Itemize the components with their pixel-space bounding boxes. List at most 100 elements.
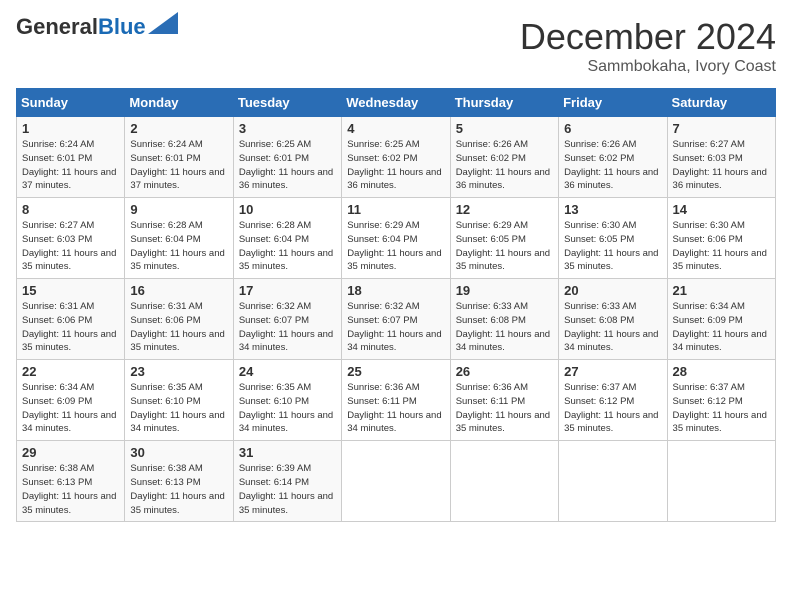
day-info: Sunrise: 6:39 AMSunset: 6:14 PMDaylight:… — [239, 463, 333, 515]
day-number: 14 — [673, 202, 770, 217]
day-info: Sunrise: 6:26 AMSunset: 6:02 PMDaylight:… — [456, 139, 550, 191]
weekday-header-cell: Thursday — [450, 89, 558, 117]
calendar-week-row: 1 Sunrise: 6:24 AMSunset: 6:01 PMDayligh… — [17, 117, 776, 198]
calendar-day-cell: 25 Sunrise: 6:36 AMSunset: 6:11 PMDaylig… — [342, 360, 450, 441]
calendar-week-row: 29 Sunrise: 6:38 AMSunset: 6:13 PMDaylig… — [17, 441, 776, 522]
day-info: Sunrise: 6:30 AMSunset: 6:05 PMDaylight:… — [564, 220, 658, 272]
calendar-day-cell: 8 Sunrise: 6:27 AMSunset: 6:03 PMDayligh… — [17, 198, 125, 279]
calendar-day-cell — [342, 441, 450, 522]
calendar-day-cell: 29 Sunrise: 6:38 AMSunset: 6:13 PMDaylig… — [17, 441, 125, 522]
day-info: Sunrise: 6:35 AMSunset: 6:10 PMDaylight:… — [239, 382, 333, 434]
calendar-week-row: 15 Sunrise: 6:31 AMSunset: 6:06 PMDaylig… — [17, 279, 776, 360]
day-number: 25 — [347, 364, 444, 379]
day-info: Sunrise: 6:28 AMSunset: 6:04 PMDaylight:… — [130, 220, 224, 272]
day-info: Sunrise: 6:31 AMSunset: 6:06 PMDaylight:… — [22, 301, 116, 353]
day-number: 13 — [564, 202, 661, 217]
calendar-day-cell: 14 Sunrise: 6:30 AMSunset: 6:06 PMDaylig… — [667, 198, 775, 279]
day-info: Sunrise: 6:27 AMSunset: 6:03 PMDaylight:… — [673, 139, 767, 191]
calendar-day-cell: 16 Sunrise: 6:31 AMSunset: 6:06 PMDaylig… — [125, 279, 233, 360]
day-info: Sunrise: 6:28 AMSunset: 6:04 PMDaylight:… — [239, 220, 333, 272]
day-info: Sunrise: 6:37 AMSunset: 6:12 PMDaylight:… — [673, 382, 767, 434]
page-header: GeneralBlue December 2024 Sammbokaha, Iv… — [16, 16, 776, 76]
day-number: 17 — [239, 283, 336, 298]
calendar-day-cell: 19 Sunrise: 6:33 AMSunset: 6:08 PMDaylig… — [450, 279, 558, 360]
day-number: 6 — [564, 121, 661, 136]
day-number: 31 — [239, 445, 336, 460]
calendar-day-cell: 31 Sunrise: 6:39 AMSunset: 6:14 PMDaylig… — [233, 441, 341, 522]
calendar-day-cell: 4 Sunrise: 6:25 AMSunset: 6:02 PMDayligh… — [342, 117, 450, 198]
calendar-day-cell: 6 Sunrise: 6:26 AMSunset: 6:02 PMDayligh… — [559, 117, 667, 198]
calendar-table: SundayMondayTuesdayWednesdayThursdayFrid… — [16, 88, 776, 522]
day-number: 1 — [22, 121, 119, 136]
logo-general: General — [16, 14, 98, 39]
weekday-header-cell: Saturday — [667, 89, 775, 117]
day-number: 8 — [22, 202, 119, 217]
day-number: 28 — [673, 364, 770, 379]
calendar-day-cell: 9 Sunrise: 6:28 AMSunset: 6:04 PMDayligh… — [125, 198, 233, 279]
day-number: 24 — [239, 364, 336, 379]
day-info: Sunrise: 6:25 AMSunset: 6:02 PMDaylight:… — [347, 139, 441, 191]
day-number: 2 — [130, 121, 227, 136]
calendar-day-cell: 13 Sunrise: 6:30 AMSunset: 6:05 PMDaylig… — [559, 198, 667, 279]
day-number: 16 — [130, 283, 227, 298]
calendar-day-cell: 10 Sunrise: 6:28 AMSunset: 6:04 PMDaylig… — [233, 198, 341, 279]
day-number: 10 — [239, 202, 336, 217]
calendar-day-cell — [450, 441, 558, 522]
weekday-header-cell: Sunday — [17, 89, 125, 117]
calendar-day-cell: 12 Sunrise: 6:29 AMSunset: 6:05 PMDaylig… — [450, 198, 558, 279]
day-number: 21 — [673, 283, 770, 298]
day-info: Sunrise: 6:34 AMSunset: 6:09 PMDaylight:… — [673, 301, 767, 353]
day-info: Sunrise: 6:37 AMSunset: 6:12 PMDaylight:… — [564, 382, 658, 434]
day-number: 22 — [22, 364, 119, 379]
weekday-header-cell: Wednesday — [342, 89, 450, 117]
calendar-day-cell: 17 Sunrise: 6:32 AMSunset: 6:07 PMDaylig… — [233, 279, 341, 360]
logo: GeneralBlue — [16, 16, 178, 38]
calendar-day-cell: 24 Sunrise: 6:35 AMSunset: 6:10 PMDaylig… — [233, 360, 341, 441]
day-info: Sunrise: 6:29 AMSunset: 6:05 PMDaylight:… — [456, 220, 550, 272]
location-title: Sammbokaha, Ivory Coast — [520, 58, 776, 76]
calendar-week-row: 22 Sunrise: 6:34 AMSunset: 6:09 PMDaylig… — [17, 360, 776, 441]
title-area: December 2024 Sammbokaha, Ivory Coast — [520, 16, 776, 76]
month-title: December 2024 — [520, 16, 776, 58]
day-info: Sunrise: 6:25 AMSunset: 6:01 PMDaylight:… — [239, 139, 333, 191]
calendar-day-cell: 2 Sunrise: 6:24 AMSunset: 6:01 PMDayligh… — [125, 117, 233, 198]
day-info: Sunrise: 6:34 AMSunset: 6:09 PMDaylight:… — [22, 382, 116, 434]
calendar-day-cell: 5 Sunrise: 6:26 AMSunset: 6:02 PMDayligh… — [450, 117, 558, 198]
calendar-day-cell: 23 Sunrise: 6:35 AMSunset: 6:10 PMDaylig… — [125, 360, 233, 441]
day-info: Sunrise: 6:31 AMSunset: 6:06 PMDaylight:… — [130, 301, 224, 353]
calendar-body: 1 Sunrise: 6:24 AMSunset: 6:01 PMDayligh… — [17, 117, 776, 522]
calendar-day-cell: 22 Sunrise: 6:34 AMSunset: 6:09 PMDaylig… — [17, 360, 125, 441]
calendar-day-cell — [559, 441, 667, 522]
day-number: 3 — [239, 121, 336, 136]
day-info: Sunrise: 6:38 AMSunset: 6:13 PMDaylight:… — [22, 463, 116, 515]
day-info: Sunrise: 6:24 AMSunset: 6:01 PMDaylight:… — [22, 139, 116, 191]
calendar-day-cell: 18 Sunrise: 6:32 AMSunset: 6:07 PMDaylig… — [342, 279, 450, 360]
logo-text: GeneralBlue — [16, 16, 146, 38]
calendar-day-cell: 21 Sunrise: 6:34 AMSunset: 6:09 PMDaylig… — [667, 279, 775, 360]
calendar-week-row: 8 Sunrise: 6:27 AMSunset: 6:03 PMDayligh… — [17, 198, 776, 279]
day-number: 9 — [130, 202, 227, 217]
day-info: Sunrise: 6:33 AMSunset: 6:08 PMDaylight:… — [456, 301, 550, 353]
calendar-day-cell: 3 Sunrise: 6:25 AMSunset: 6:01 PMDayligh… — [233, 117, 341, 198]
day-info: Sunrise: 6:35 AMSunset: 6:10 PMDaylight:… — [130, 382, 224, 434]
day-number: 18 — [347, 283, 444, 298]
calendar-day-cell — [667, 441, 775, 522]
day-number: 15 — [22, 283, 119, 298]
day-info: Sunrise: 6:36 AMSunset: 6:11 PMDaylight:… — [456, 382, 550, 434]
day-number: 27 — [564, 364, 661, 379]
day-info: Sunrise: 6:26 AMSunset: 6:02 PMDaylight:… — [564, 139, 658, 191]
day-number: 30 — [130, 445, 227, 460]
calendar-day-cell: 11 Sunrise: 6:29 AMSunset: 6:04 PMDaylig… — [342, 198, 450, 279]
weekday-header-cell: Friday — [559, 89, 667, 117]
day-info: Sunrise: 6:38 AMSunset: 6:13 PMDaylight:… — [130, 463, 224, 515]
day-number: 29 — [22, 445, 119, 460]
day-info: Sunrise: 6:29 AMSunset: 6:04 PMDaylight:… — [347, 220, 441, 272]
weekday-header-cell: Monday — [125, 89, 233, 117]
day-info: Sunrise: 6:32 AMSunset: 6:07 PMDaylight:… — [347, 301, 441, 353]
day-number: 26 — [456, 364, 553, 379]
calendar-day-cell: 1 Sunrise: 6:24 AMSunset: 6:01 PMDayligh… — [17, 117, 125, 198]
day-info: Sunrise: 6:36 AMSunset: 6:11 PMDaylight:… — [347, 382, 441, 434]
weekday-header-row: SundayMondayTuesdayWednesdayThursdayFrid… — [17, 89, 776, 117]
day-info: Sunrise: 6:30 AMSunset: 6:06 PMDaylight:… — [673, 220, 767, 272]
day-info: Sunrise: 6:27 AMSunset: 6:03 PMDaylight:… — [22, 220, 116, 272]
